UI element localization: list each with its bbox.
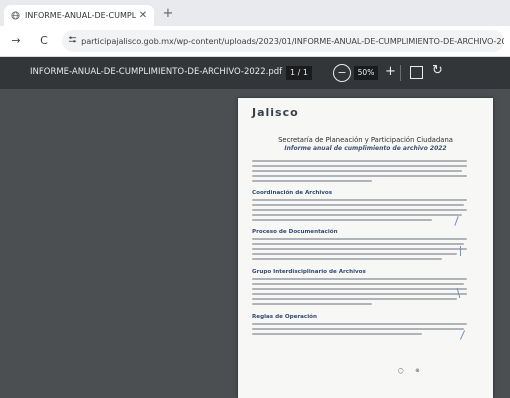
paragraph-line	[252, 209, 467, 211]
document-subheading: Informe anual de cumplimiento de archivo…	[284, 145, 447, 152]
forward-arrow-icon[interactable]: →	[8, 33, 24, 49]
fit-page-icon[interactable]	[410, 66, 423, 79]
paragraph-line	[252, 328, 464, 330]
paragraph-line	[252, 204, 464, 206]
pdf-viewer[interactable]: Jalisco Secretaría de Planeación y Parti…	[0, 89, 510, 398]
paragraph-line	[252, 323, 467, 325]
paragraph-line	[252, 258, 442, 260]
handwritten-mark	[454, 216, 459, 226]
handwritten-mark	[460, 246, 461, 256]
section-heading: Reglas de Operación	[252, 314, 317, 320]
tune-icon[interactable]	[68, 35, 81, 47]
paragraph-line	[252, 170, 462, 172]
footer-emblem-icon: ⊛	[415, 368, 420, 374]
url-text: participajalisco.gob.mx/wp-content/uploa…	[81, 36, 504, 46]
paragraph-line	[252, 333, 422, 335]
paragraph-line	[252, 283, 464, 285]
section-heading: Proceso de Documentación	[252, 229, 338, 235]
paragraph-line	[252, 199, 467, 201]
paragraph-line	[252, 303, 372, 305]
paragraph-line	[252, 288, 467, 290]
globe-icon	[11, 11, 20, 20]
footer-logos: ◯ ⊛	[398, 368, 429, 374]
paragraph-line	[252, 293, 467, 295]
page-indicator[interactable]: 1 / 1	[286, 66, 312, 80]
footer-seal-icon: ◯	[398, 368, 404, 374]
paragraph-line	[252, 160, 467, 162]
paragraph-line	[252, 175, 467, 177]
paragraph-line	[252, 180, 372, 182]
reload-icon[interactable]: C	[36, 33, 52, 49]
paragraph-line	[252, 219, 432, 221]
zoom-in-button[interactable]: +	[385, 64, 396, 79]
pdf-toolbar: INFORME-ANUAL-DE-CUMPLIMIENTO-DE-ARCHIVO…	[0, 57, 510, 89]
section-heading: Grupo Interdisciplinario de Archivos	[252, 269, 366, 275]
toolbar-divider	[400, 65, 401, 81]
browser-toolbar: → C participajalisco.gob.mx/wp-content/u…	[0, 26, 510, 57]
paragraph-line	[252, 243, 464, 245]
tab-title: INFORME-ANUAL-DE-CUMPL	[25, 11, 136, 20]
paragraph-line	[252, 298, 457, 300]
pdf-page: Jalisco Secretaría de Planeación y Parti…	[238, 98, 493, 398]
paragraph-line	[252, 165, 467, 167]
new-tab-button[interactable]: +	[160, 6, 176, 22]
paragraph-line	[252, 238, 467, 240]
document-heading: Secretaría de Planeación y Participación…	[278, 136, 453, 144]
handwritten-mark	[459, 330, 466, 340]
browser-tab[interactable]: INFORME-ANUAL-DE-CUMPL ✕	[4, 5, 154, 26]
document-logo: Jalisco	[252, 106, 299, 119]
tab-strip: INFORME-ANUAL-DE-CUMPL ✕ +	[0, 0, 510, 26]
zoom-out-button[interactable]: −	[333, 64, 351, 82]
zoom-level[interactable]: 50%	[354, 66, 378, 80]
paragraph-line	[252, 248, 467, 250]
paragraph-line	[252, 253, 457, 255]
close-tab-icon[interactable]: ✕	[136, 10, 150, 21]
rotate-icon[interactable]: ↻	[432, 63, 443, 78]
paragraph-line	[252, 214, 462, 216]
paragraph-line	[252, 278, 467, 280]
pdf-filename: INFORME-ANUAL-DE-CUMPLIMIENTO-DE-ARCHIVO…	[30, 67, 283, 77]
section-heading: Coordinación de Archivos	[252, 190, 333, 196]
address-bar[interactable]: participajalisco.gob.mx/wp-content/uploa…	[62, 30, 504, 52]
